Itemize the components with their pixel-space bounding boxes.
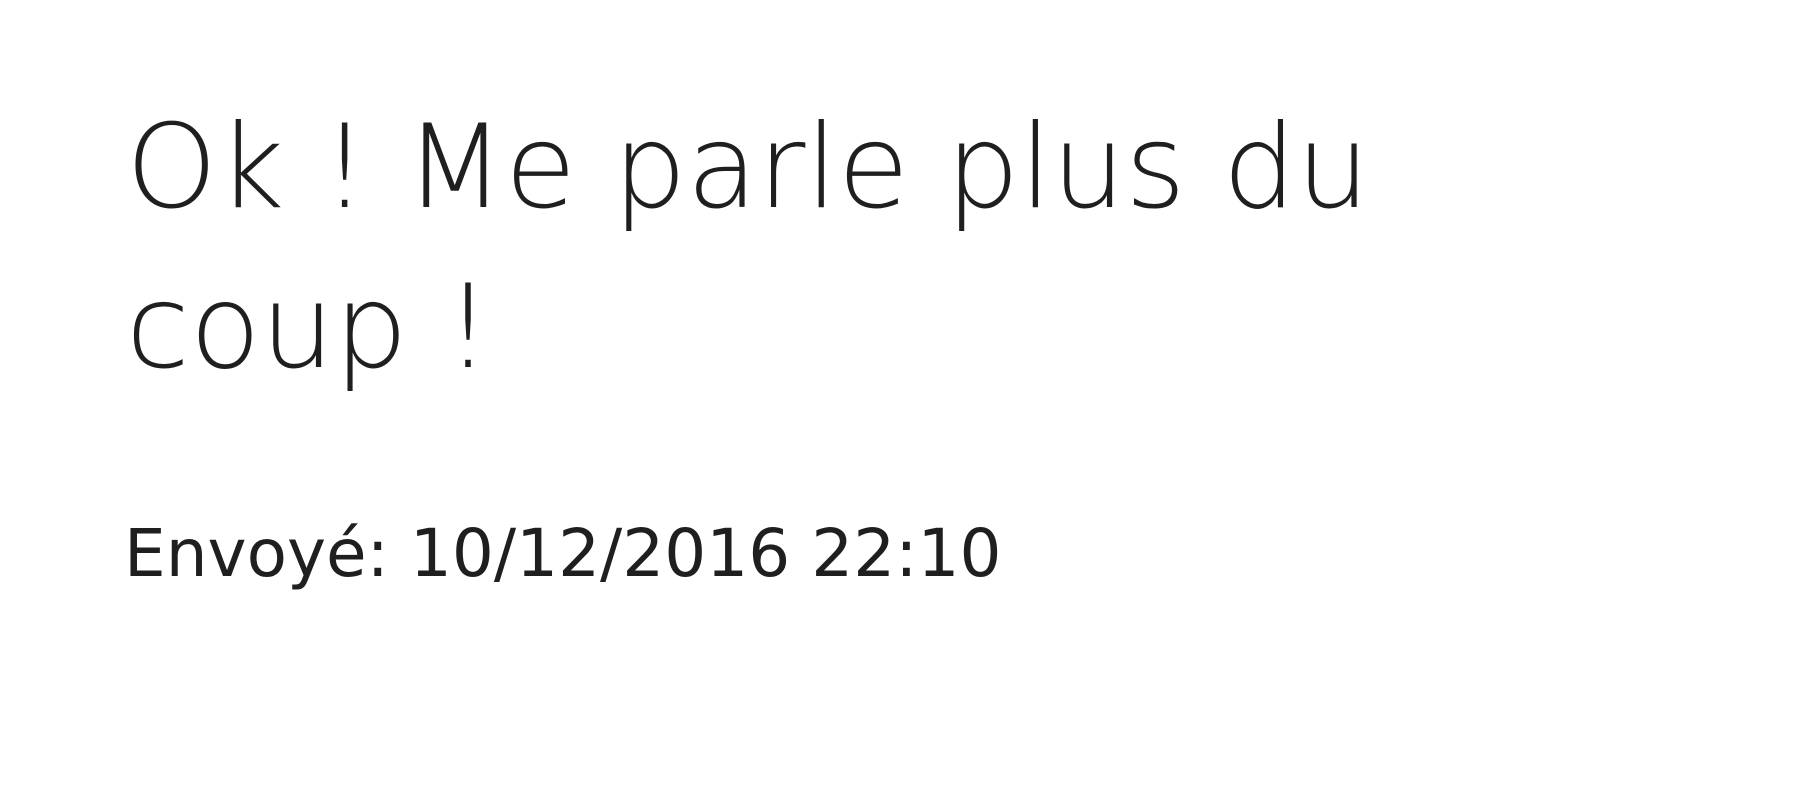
sent-label: Envoyé:	[124, 515, 410, 592]
sent-timestamp-line: Envoyé: 10/12/2016 22:10	[124, 514, 1001, 594]
sent-timestamp: 10/12/2016 22:10	[409, 515, 1002, 592]
message-text: Ok ! Me parle plus du coup !	[126, 100, 1370, 395]
message-card: Ok ! Me parle plus du coup ! Envoyé: 10/…	[0, 0, 1816, 786]
